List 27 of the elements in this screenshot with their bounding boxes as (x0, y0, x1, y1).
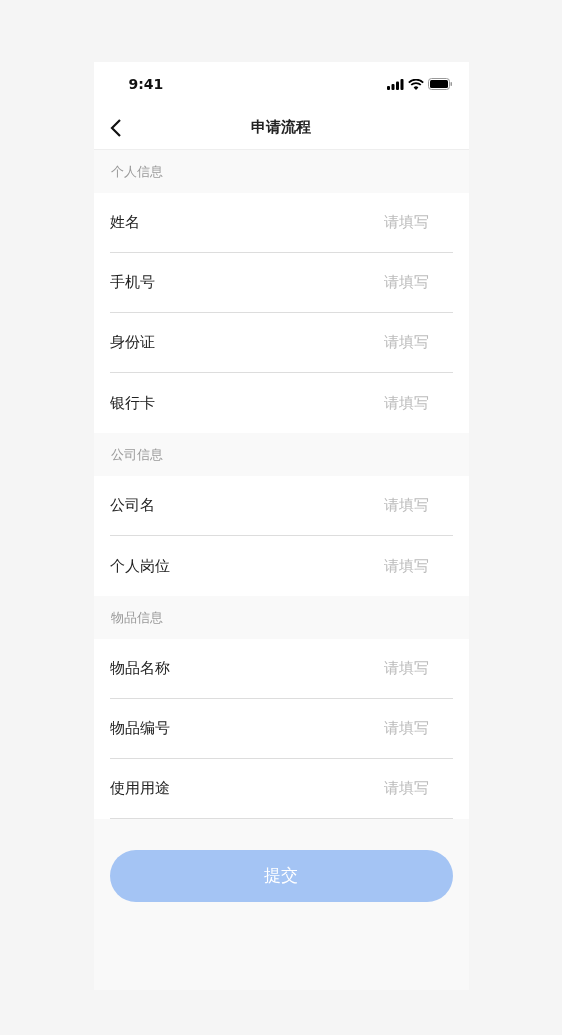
input-field[interactable]: 请填写 (332, 390, 453, 416)
input-field[interactable]: 请填写 (332, 210, 453, 235)
input-field[interactable]: 请填写 (332, 553, 453, 579)
input-field[interactable]: 请填写 (332, 493, 453, 518)
input-field[interactable]: 请填写 (332, 656, 453, 681)
section-title: 个人信息 (110, 162, 163, 181)
field-label: 身份证 (109, 332, 155, 354)
battery-icon (427, 78, 453, 90)
input-field[interactable]: 请填写 (332, 776, 453, 801)
field-label: 个人岗位 (109, 555, 170, 577)
field-label: 使用用途 (109, 778, 170, 800)
signal-icon (386, 78, 404, 90)
field-label: 公司名 (109, 495, 155, 517)
field-label: 姓名 (109, 212, 140, 234)
status-time: 9:41 (128, 74, 164, 94)
section-title: 公司信息 (110, 445, 163, 464)
input-field[interactable]: 请填写 (332, 330, 453, 355)
wifi-icon (407, 78, 424, 90)
input-field[interactable]: 请填写 (332, 270, 453, 295)
field-label: 物品编号 (109, 718, 170, 740)
input-field[interactable]: 请填写 (332, 716, 453, 741)
section-title: 物品信息 (110, 608, 163, 627)
field-label: 银行卡 (109, 392, 155, 414)
field-label: 手机号 (109, 272, 155, 294)
page-title: 申请流程 (251, 117, 311, 139)
back-button[interactable] (109, 117, 122, 138)
field-label: 物品名称 (109, 658, 170, 680)
